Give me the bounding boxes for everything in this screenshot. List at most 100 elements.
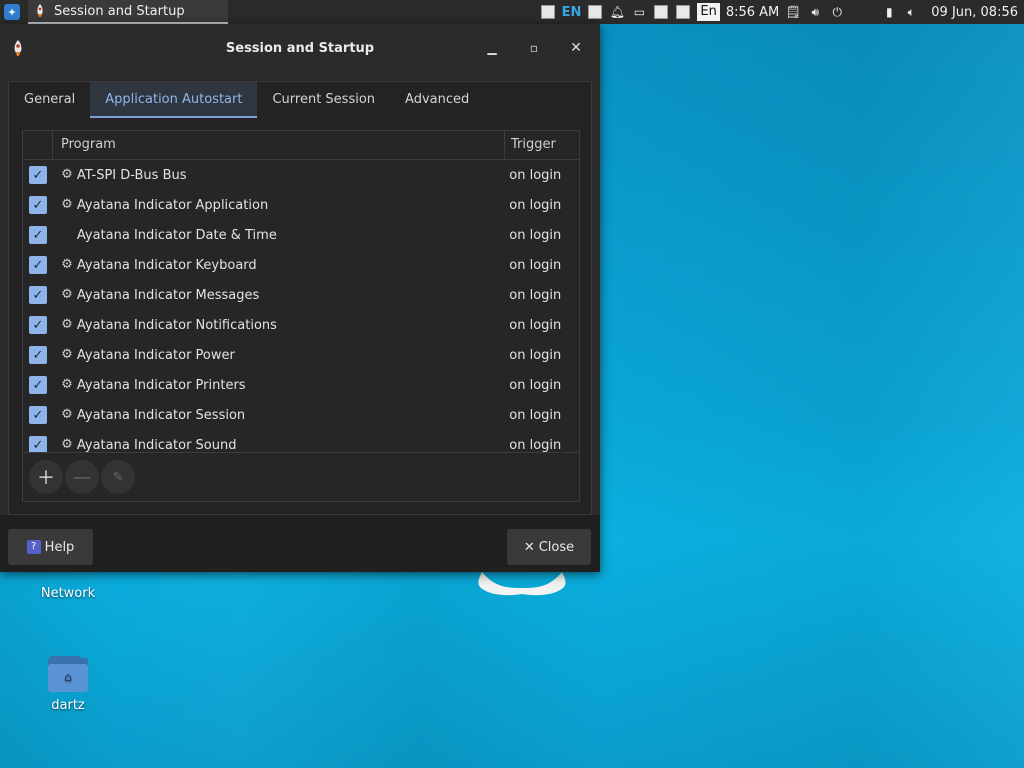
help-label: Help	[44, 539, 75, 555]
document-icon-2[interactable]	[675, 4, 691, 20]
minimize-button[interactable]: ▁	[482, 38, 502, 58]
help-button[interactable]: ? Help	[8, 529, 93, 565]
battery-icon[interactable]: ▮	[881, 4, 897, 20]
help-icon: ?	[26, 540, 41, 554]
trigger-cell: on login	[509, 317, 562, 333]
autostart-list: Program Trigger ✓ ⚙ AT-SPI D-Bus Bus on log…	[22, 130, 580, 502]
tab-advanced[interactable]: Advanced	[390, 82, 484, 118]
taskbar-title: Session and Startup	[54, 3, 185, 19]
app-menu-icon[interactable]: ✦	[4, 4, 20, 20]
trigger-cell: on login	[509, 287, 562, 303]
column-header-trigger[interactable]: Trigger	[505, 131, 556, 159]
program-name: Ayatana Indicator Messages	[76, 287, 260, 303]
enabled-checkbox[interactable]: ✓	[29, 196, 47, 214]
program-name: Ayatana Indicator Keyboard	[76, 257, 257, 273]
network-label: Network	[40, 586, 96, 601]
gear-icon: ⚙	[61, 407, 73, 422]
trigger-cell: on login	[509, 197, 562, 213]
enabled-checkbox[interactable]: ✓	[29, 256, 47, 274]
keyboard-layout-indicator[interactable]: EN	[562, 5, 582, 20]
list-actions: ＋ — ✎	[23, 452, 579, 501]
table-row[interactable]: ✓ ⚙ Ayatana Indicator Messages on login	[23, 280, 579, 310]
enabled-checkbox[interactable]: ✓	[29, 316, 47, 334]
table-row[interactable]: ✓ ⚙ Ayatana Indicator Printers on login	[23, 370, 579, 400]
tab-content: General Application Autostart Current Se…	[8, 81, 592, 515]
program-name: Ayatana Indicator Notifications	[76, 317, 277, 333]
desktop-mascot-icon	[478, 572, 566, 596]
table-row[interactable]: ✓ ⚙ Ayatana Indicator Application on login	[23, 190, 579, 220]
document-icon[interactable]	[587, 4, 603, 20]
close-icon: ✕	[523, 539, 535, 555]
notification-bell-icon[interactable]: 🔔︎	[609, 4, 625, 20]
dialog-button-bar: ? Help ✕ Close	[0, 515, 600, 572]
volume-icon[interactable]: 🔊︎	[807, 4, 823, 20]
column-header-program[interactable]: Program	[53, 131, 505, 159]
close-window-button[interactable]: ✕	[566, 38, 586, 58]
table-row[interactable]: ✓ ⚙ Ayatana Indicator Keyboard on login	[23, 250, 579, 280]
clock-time[interactable]: 8:56 AM	[726, 5, 779, 20]
volume-icon-2[interactable]: 🔈︎	[903, 4, 919, 20]
maximize-button[interactable]: ▫	[524, 38, 544, 58]
table-row[interactable]: ✓ ⚙ Ayatana Indicator Sound on login	[23, 430, 579, 452]
enabled-checkbox[interactable]: ✓	[29, 166, 47, 184]
image-icon[interactable]	[653, 4, 669, 20]
top-panel: ✦ Session and Startup EN 🔔︎ ▭ En 8:56 AM…	[0, 0, 1024, 24]
tab-bar: General Application Autostart Current Se…	[9, 82, 484, 118]
tab-general[interactable]: General	[9, 82, 90, 118]
system-tray: EN 🔔︎ ▭ En 8:56 AM 🗒︎ 🔊︎ ⏻ ▮ 🔈︎ 09 Jun, …	[540, 0, 1024, 24]
enabled-checkbox[interactable]: ✓	[29, 286, 47, 304]
table-row[interactable]: ✓ ⚙ Ayatana Indicator Power on login	[23, 340, 579, 370]
input-method-indicator[interactable]: En	[697, 3, 720, 21]
program-name: Ayatana Indicator Date & Time	[76, 227, 277, 243]
edit-button[interactable]: ✎	[101, 460, 135, 494]
program-name: AT-SPI D-Bus Bus	[76, 167, 187, 183]
taskbar-button-session[interactable]: Session and Startup	[28, 0, 228, 24]
tab-application-autostart[interactable]: Application Autostart	[90, 82, 258, 118]
table-row[interactable]: ✓ ⚙ Ayatana Indicator Notifications on logi…	[23, 310, 579, 340]
tab-current-session[interactable]: Current Session	[257, 82, 390, 118]
window-titlebar[interactable]: Session and Startup ▁ ▫ ✕	[0, 24, 600, 72]
gear-icon: ⚙	[61, 167, 73, 182]
clipboard-icon[interactable]	[540, 4, 556, 20]
session-startup-window: Session and Startup ▁ ▫ ✕ General Applic…	[0, 24, 600, 572]
add-button[interactable]: ＋	[29, 460, 63, 494]
gear-icon: ⚙	[61, 317, 73, 332]
table-row[interactable]: ✓⚙Ayatana Indicator Date & Timeon login	[23, 220, 579, 250]
enabled-checkbox[interactable]: ✓	[29, 346, 47, 364]
program-name: Ayatana Indicator Session	[76, 407, 246, 423]
power-icon[interactable]: ⏻	[829, 4, 845, 20]
desktop-icon-network[interactable]: Network	[28, 586, 108, 601]
gear-icon: ⚙	[61, 437, 73, 452]
list-rows[interactable]: ✓ ⚙ AT-SPI D-Bus Bus on login ✓ ⚙ Ayatana Indi…	[23, 160, 579, 452]
gear-icon: ⚙	[61, 257, 73, 272]
trigger-cell: on login	[509, 437, 562, 453]
notes-icon[interactable]: 🗒︎	[785, 4, 801, 20]
table-row[interactable]: ✓ ⚙ Ayatana Indicator Session on login	[23, 400, 579, 430]
trigger-cell: on login	[509, 347, 562, 363]
home-label: dartz	[51, 698, 85, 713]
gear-icon: ⚙	[61, 347, 73, 362]
enabled-checkbox[interactable]: ✓	[29, 436, 47, 452]
trigger-cell: on login	[509, 377, 562, 393]
close-button[interactable]: ✕ Close	[507, 529, 591, 565]
trigger-cell: on login	[509, 227, 562, 243]
program-name: Ayatana Indicator Sound	[76, 437, 237, 453]
rocket-icon	[14, 40, 22, 56]
close-label: Close	[538, 539, 575, 555]
table-row[interactable]: ✓ ⚙ AT-SPI D-Bus Bus on login	[23, 160, 579, 190]
network-icon[interactable]: ▭	[631, 4, 647, 20]
gear-icon: ⚙	[61, 197, 73, 212]
column-header-enabled[interactable]	[23, 131, 53, 159]
list-header: Program Trigger	[23, 131, 579, 160]
program-name: Ayatana Indicator Printers	[76, 377, 246, 393]
program-name: Ayatana Indicator Power	[76, 347, 235, 363]
window-title: Session and Startup	[225, 40, 375, 56]
clock-datetime[interactable]: 09 Jun, 08:56	[931, 5, 1018, 20]
enabled-checkbox[interactable]: ✓	[29, 376, 47, 394]
enabled-checkbox[interactable]: ✓	[29, 226, 47, 244]
desktop-icon-home[interactable]: ⌂ dartz	[28, 656, 108, 713]
trigger-cell: on login	[509, 257, 562, 273]
enabled-checkbox[interactable]: ✓	[29, 406, 47, 424]
gear-icon: ⚙	[61, 287, 73, 302]
remove-button[interactable]: —	[65, 460, 99, 494]
